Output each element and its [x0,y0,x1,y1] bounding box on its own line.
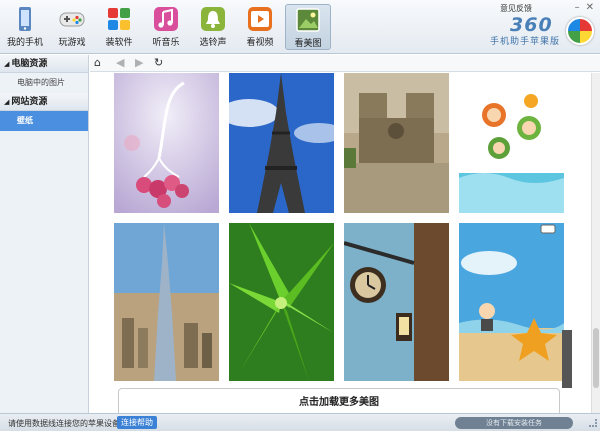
feedback-link[interactable]: 意见反馈 [500,3,532,14]
toolbar-label: 装软件 [105,38,133,48]
resize-grip-icon[interactable] [589,419,597,427]
brand-subtitle: 手机助手苹果版 [490,37,561,47]
scrollbar-thumb[interactable] [593,328,599,388]
nav-bar: ⌂ ◀ ▶ ↻ [90,55,600,72]
forward-icon[interactable]: ▶ [135,56,143,69]
toolbar-label: 我的手机 [6,38,43,48]
toolbar-games[interactable]: 玩游戏 [49,4,95,50]
sidebar-section-web[interactable]: ◢ 网站资源 [0,93,88,111]
sidebar-item-pc-pictures[interactable]: 电脑中的图片 [0,73,88,93]
wallpaper-thumb[interactable] [459,223,564,381]
toolbar-label: 选铃声 [199,38,227,48]
toolbar-label: 玩游戏 [58,38,86,48]
toolbar-pictures[interactable]: 看美图 [285,4,331,50]
floating-side-tab[interactable] [562,330,572,388]
sidebar-section-pc[interactable]: ◢ 电脑资源 [0,55,88,73]
wallpaper-thumb[interactable] [459,73,564,213]
minimize-icon[interactable]: – [575,2,580,13]
bell-icon [199,5,227,33]
wallpaper-thumb[interactable] [229,223,334,381]
refresh-icon[interactable]: ↻ [154,56,163,69]
toolbar-music[interactable]: 听音乐 [143,4,189,50]
load-more-button[interactable]: 点击加载更多美图 [118,388,560,413]
connection-status-text: 请使用数据线连接您的苹果设备 [8,419,120,428]
phone-icon [11,5,39,33]
main-toolbar: 我的手机 玩游戏 装软件 听音乐 选铃声 看视频 看美图 意见反馈 – ✕ 36… [0,0,600,54]
collapse-arrow-icon: ◢ [4,98,10,106]
close-icon[interactable]: ✕ [586,2,594,13]
section-title: 网站资源 [11,97,48,107]
wallpaper-download-icon[interactable] [540,224,556,234]
picture-icon [294,6,322,34]
video-icon [246,5,274,33]
wallpaper-thumb[interactable] [344,73,449,213]
wallpaper-grid [90,73,590,413]
status-bar: 请使用数据线连接您的苹果设备 连接帮助 没有下载安装任务 [0,413,600,431]
toolbar-video[interactable]: 看视频 [237,4,283,50]
download-tasks-indicator[interactable]: 没有下载安装任务 [455,417,573,429]
toolbar-label: 看美图 [294,39,322,49]
toolbar-label: 听音乐 [152,38,180,48]
wallpaper-thumb[interactable] [344,223,449,381]
wallpaper-thumb[interactable] [229,73,334,213]
section-title: 电脑资源 [11,59,48,69]
brand-number: 360 [510,14,553,36]
gamepad-icon [58,5,86,33]
brand-logo-icon [566,17,594,45]
window-controls: – ✕ [569,2,594,13]
home-icon[interactable]: ⌂ [94,56,101,69]
connection-help-button[interactable]: 连接帮助 [117,416,157,429]
collapse-arrow-icon: ◢ [4,60,10,68]
sidebar: ◢ 电脑资源 电脑中的图片 ◢ 网站资源 壁纸 [0,55,89,413]
music-icon [152,5,180,33]
back-icon[interactable]: ◀ [116,56,124,69]
wallpaper-thumb[interactable] [114,223,219,381]
toolbar-apps[interactable]: 装软件 [96,4,142,50]
toolbar-ringtones[interactable]: 选铃声 [190,4,236,50]
wallpaper-thumb[interactable] [114,73,219,213]
sidebar-item-wallpaper[interactable]: 壁纸 [0,111,88,131]
apps-icon [105,5,133,33]
toolbar-my-phone[interactable]: 我的手机 [2,4,48,50]
vertical-scrollbar[interactable] [591,73,600,413]
toolbar-label: 看视频 [246,38,274,48]
